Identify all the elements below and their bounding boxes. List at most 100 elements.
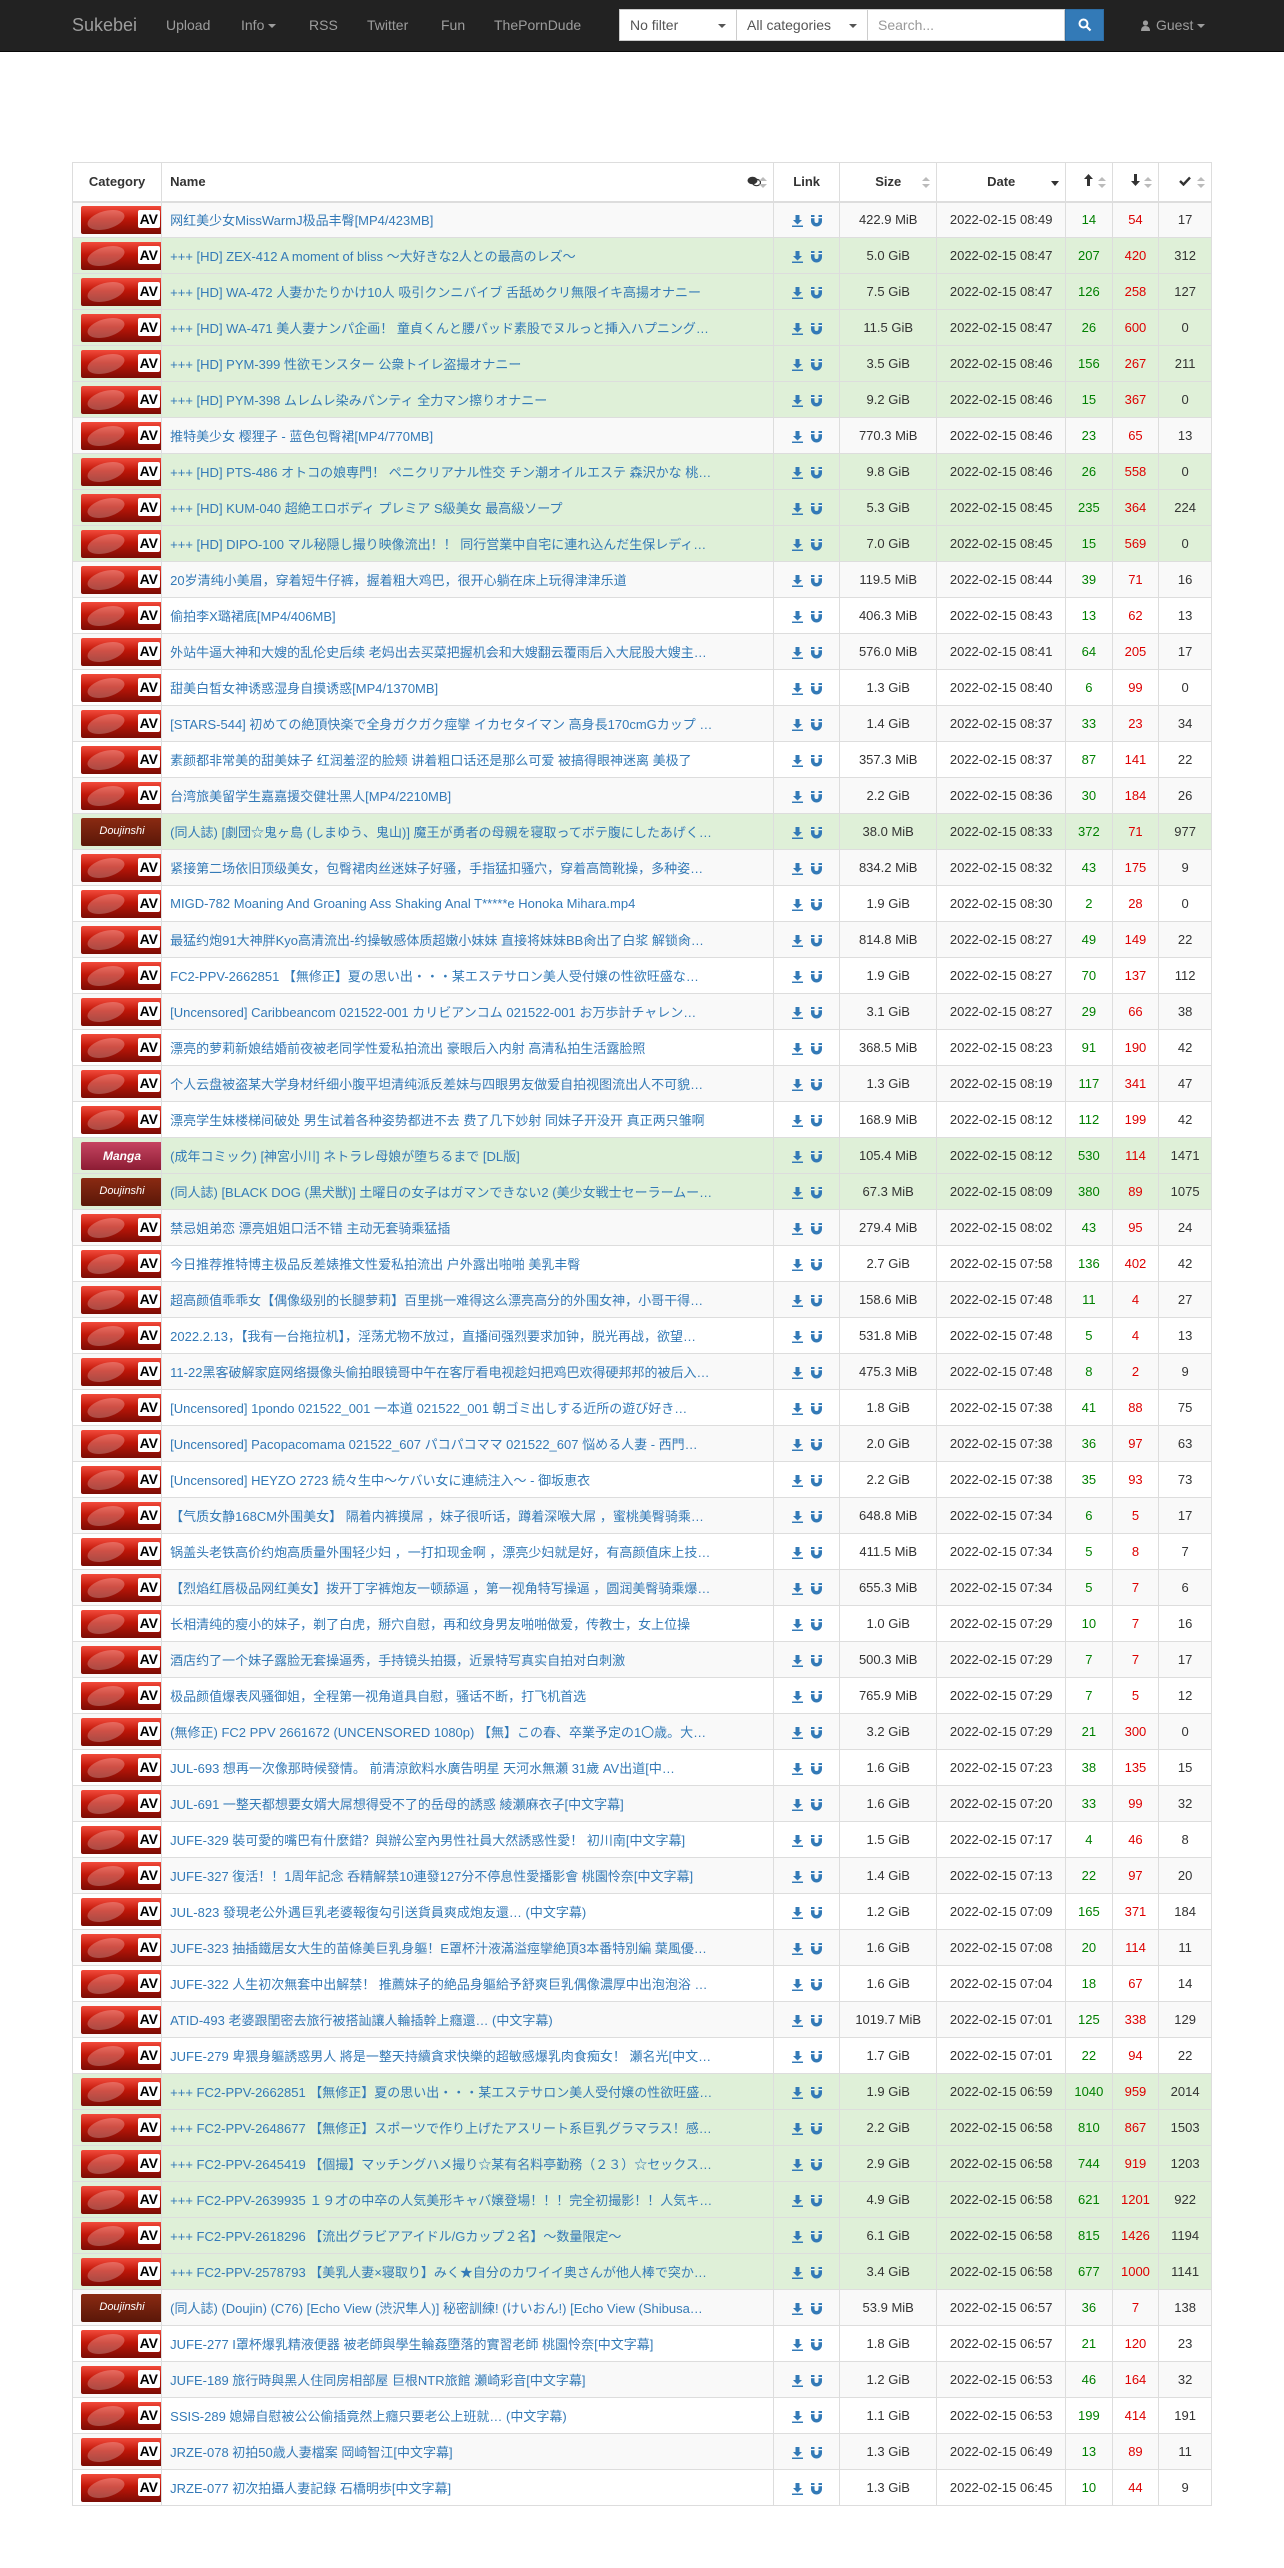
- download-icon[interactable]: [791, 502, 803, 515]
- download-icon[interactable]: [791, 1942, 803, 1955]
- download-icon[interactable]: [791, 1438, 803, 1451]
- torrent-title-link[interactable]: SSIS-289 媳婦自慰被公公偷插竟然上癮只要老公上班就… (中文字幕): [170, 2409, 567, 2424]
- search-button[interactable]: [1065, 9, 1104, 41]
- download-icon[interactable]: [791, 466, 803, 479]
- torrent-title-link[interactable]: 长相清纯的瘦小的妹子，剃了白虎，掰穴自慰，再和纹身男友啪啪做爱，传教士，女上位操: [170, 1617, 690, 1632]
- torrent-title-link[interactable]: [Uncensored] Caribbeancom 021522-001 カリビ…: [170, 1005, 696, 1020]
- torrent-title-link[interactable]: 漂亮学生妹楼梯间破处 男生试着各种姿势都进不去 费了几下妙射 同妹子开没开 真正…: [170, 1113, 704, 1128]
- download-icon[interactable]: [791, 538, 803, 551]
- torrent-title-link[interactable]: +++ [HD] KUM-040 超絶エロボディ プレミア S級美女 最高級ソー…: [170, 501, 562, 516]
- category-badge[interactable]: AV: [81, 493, 161, 522]
- category-badge[interactable]: AV: [81, 997, 161, 1026]
- category-badge[interactable]: AV: [81, 1033, 161, 1062]
- download-icon[interactable]: [791, 2050, 803, 2063]
- download-icon[interactable]: [791, 2194, 803, 2207]
- download-icon[interactable]: [791, 1978, 803, 1991]
- category-badge[interactable]: AV: [81, 1609, 161, 1638]
- download-icon[interactable]: [791, 826, 803, 839]
- category-badge[interactable]: Manga: [81, 1141, 161, 1170]
- download-icon[interactable]: [791, 610, 803, 623]
- download-icon[interactable]: [791, 358, 803, 371]
- magnet-icon[interactable]: [810, 2446, 822, 2459]
- torrent-title-link[interactable]: +++ [HD] WA-472 人妻かたりかけ10人 吸引クンニバイブ 舌舐めク…: [170, 285, 701, 300]
- category-badge[interactable]: AV: [81, 1897, 161, 1926]
- download-icon[interactable]: [791, 1690, 803, 1703]
- download-icon[interactable]: [791, 862, 803, 875]
- torrent-title-link[interactable]: 【气质女静168CM外围美女】 隔着内裤摸屌 ，妹子很听话，蹲着深喉大屌 ，蜜桃…: [170, 1509, 704, 1524]
- category-badge[interactable]: AV: [81, 2185, 161, 2214]
- torrent-title-link[interactable]: 酒店约了一个妹子露脸无套操逼秀，手持镜头拍摄，近景特写真实自拍对白刺激: [170, 1653, 625, 1668]
- torrent-title-link[interactable]: 甜美白皙女神诱惑湿身自摸诱惑[MP4/1370MB]: [170, 681, 438, 696]
- download-icon[interactable]: [791, 1834, 803, 1847]
- sort-icon[interactable]: [759, 177, 768, 189]
- magnet-icon[interactable]: [810, 610, 822, 623]
- magnet-icon[interactable]: [810, 2086, 822, 2099]
- download-icon[interactable]: [791, 1726, 803, 1739]
- download-icon[interactable]: [791, 250, 803, 263]
- category-badge[interactable]: AV: [81, 1105, 161, 1134]
- magnet-icon[interactable]: [810, 1546, 822, 1559]
- category-badge[interactable]: AV: [81, 1501, 161, 1530]
- category-badge[interactable]: AV: [81, 1573, 161, 1602]
- torrent-title-link[interactable]: FC2-PPV-2662851 【無修正】夏の思い出・・・某エステサロン美人受付…: [170, 969, 699, 984]
- torrent-title-link[interactable]: +++ [HD] WA-471 美人妻ナンパ企画！ 童貞くんと腰パッド素股でヌル…: [170, 321, 709, 336]
- magnet-icon[interactable]: [810, 1474, 822, 1487]
- category-badge[interactable]: AV: [81, 1357, 161, 1386]
- magnet-icon[interactable]: [810, 394, 822, 407]
- magnet-icon[interactable]: [810, 1726, 822, 1739]
- torrent-title-link[interactable]: 台湾旅美留学生嘉嘉援交健壮黑人[MP4/2210MB]: [170, 789, 451, 804]
- download-icon[interactable]: [791, 1510, 803, 1523]
- magnet-icon[interactable]: [810, 1186, 822, 1199]
- download-icon[interactable]: [791, 898, 803, 911]
- magnet-icon[interactable]: [810, 1762, 822, 1775]
- category-badge[interactable]: AV: [81, 385, 161, 414]
- magnet-icon[interactable]: [810, 2374, 822, 2387]
- torrent-title-link[interactable]: JRZE-078 初拍50歳人妻檔案 岡崎智江[中文字幕]: [170, 2445, 452, 2460]
- magnet-icon[interactable]: [810, 1042, 822, 1055]
- category-badge[interactable]: AV: [81, 2221, 161, 2250]
- magnet-icon[interactable]: [810, 1510, 822, 1523]
- torrent-title-link[interactable]: 漂亮的萝莉新娘结婚前夜被老同学性爱私拍流出 豪眼后入内射 高清私拍生活露脸照: [170, 1041, 645, 1056]
- magnet-icon[interactable]: [810, 2338, 822, 2351]
- torrent-title-link[interactable]: 网红美少女MissWarmJ极品丰臀[MP4/423MB]: [170, 213, 433, 228]
- magnet-icon[interactable]: [810, 1078, 822, 1091]
- download-icon[interactable]: [791, 214, 803, 227]
- magnet-icon[interactable]: [810, 1114, 822, 1127]
- category-badge[interactable]: AV: [81, 673, 161, 702]
- category-badge[interactable]: AV: [81, 1429, 161, 1458]
- category-badge[interactable]: AV: [81, 1825, 161, 1854]
- torrent-title-link[interactable]: JUFE-327 復活！！1周年記念 呑精解禁10連發127分不停息性愛播影會 …: [170, 1869, 693, 1884]
- sort-icon[interactable]: [1097, 177, 1106, 189]
- magnet-icon[interactable]: [810, 2266, 822, 2279]
- download-icon[interactable]: [791, 286, 803, 299]
- category-badge[interactable]: AV: [81, 637, 161, 666]
- torrent-title-link[interactable]: +++ FC2-PPV-2648677 【無修正】スポーツで作り上げたアスリート…: [170, 2121, 712, 2136]
- category-badge[interactable]: AV: [81, 709, 161, 738]
- torrent-title-link[interactable]: +++ FC2-PPV-2662851 【無修正】夏の思い出・・・某エステサロン…: [170, 2085, 712, 2100]
- magnet-icon[interactable]: [810, 502, 822, 515]
- torrent-title-link[interactable]: JRZE-077 初次拍攝人妻記錄 石橋明歩[中文字幕]: [170, 2481, 451, 2496]
- magnet-icon[interactable]: [810, 1366, 822, 1379]
- download-icon[interactable]: [791, 790, 803, 803]
- sort-icon[interactable]: [1144, 177, 1153, 189]
- download-icon[interactable]: [791, 1186, 803, 1199]
- torrent-title-link[interactable]: JUFE-329 裝可愛的嘴巴有什麼錯？與辦公室內男性社員大然誘惑性愛！ 初川南…: [170, 1833, 685, 1848]
- download-icon[interactable]: [791, 718, 803, 731]
- category-badge[interactable]: AV: [81, 961, 161, 990]
- download-icon[interactable]: [791, 1006, 803, 1019]
- category-badge[interactable]: AV: [81, 1681, 161, 1710]
- torrent-title-link[interactable]: 偷拍李X璐裙底[MP4/406MB]: [170, 609, 335, 624]
- download-icon[interactable]: [791, 1582, 803, 1595]
- torrent-title-link[interactable]: (成年コミック) [神宮小川] ネトラレ母娘が堕ちるまで [DL版]: [170, 1149, 520, 1164]
- category-badge[interactable]: AV: [81, 781, 161, 810]
- magnet-icon[interactable]: [810, 826, 822, 839]
- category-badge[interactable]: AV: [81, 2437, 161, 2466]
- category-badge[interactable]: AV: [81, 1285, 161, 1314]
- magnet-icon[interactable]: [810, 1690, 822, 1703]
- category-badge[interactable]: AV: [81, 2365, 161, 2394]
- category-badge[interactable]: AV: [81, 1537, 161, 1566]
- category-badge[interactable]: Doujinshi: [81, 817, 161, 846]
- torrent-title-link[interactable]: +++ [HD] PTS-486 オトコの娘専門！ ペニクリアナル性交 チン潮オ…: [170, 465, 711, 480]
- category-badge[interactable]: AV: [81, 2041, 161, 2070]
- torrent-title-link[interactable]: 极品颜值爆表风骚御姐，全程第一视角道具自慰，骚话不断，打飞机首选: [170, 1689, 586, 1704]
